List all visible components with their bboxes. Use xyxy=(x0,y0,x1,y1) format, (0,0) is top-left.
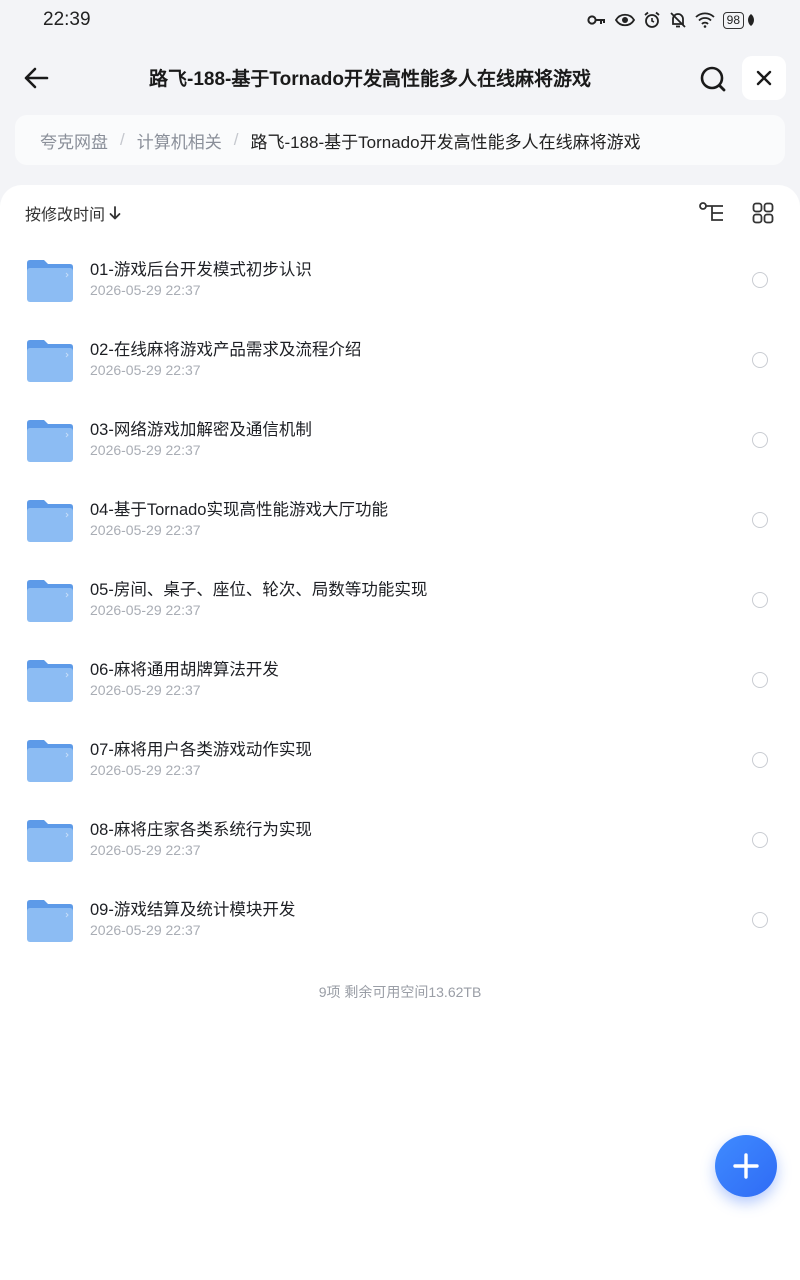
file-date: 2026-05-29 22:37 xyxy=(90,522,201,538)
folder-icon xyxy=(27,580,73,622)
list-item[interactable]: 06-麻将通用胡牌算法开发 2026-05-29 22:37 xyxy=(0,640,800,720)
file-date: 2026-05-29 22:37 xyxy=(90,842,201,858)
search-button[interactable] xyxy=(694,60,732,98)
file-name: 08-麻将庄家各类系统行为实现 xyxy=(90,821,312,839)
leaf-icon xyxy=(748,14,754,26)
folder-icon xyxy=(27,820,73,862)
file-date: 2026-05-29 22:37 xyxy=(90,762,201,778)
status-time: 22:39 xyxy=(43,9,91,30)
file-name: 03-网络游戏加解密及通信机制 xyxy=(90,421,312,439)
wifi-icon xyxy=(695,12,715,28)
select-checkbox[interactable] xyxy=(752,672,768,688)
file-name: 04-基于Tornado实现高性能游戏大厅功能 xyxy=(90,501,388,519)
folder-icon xyxy=(27,340,73,382)
tree-view-button[interactable] xyxy=(697,199,727,227)
select-checkbox[interactable] xyxy=(752,912,768,928)
select-checkbox[interactable] xyxy=(752,272,768,288)
battery-level: 98 xyxy=(722,11,744,29)
folder-icon xyxy=(27,500,73,542)
grid-view-button[interactable] xyxy=(748,199,778,227)
file-date: 2026-05-29 22:37 xyxy=(90,362,201,378)
folder-icon xyxy=(27,740,73,782)
alarm-icon xyxy=(644,11,660,28)
list-item[interactable]: 04-基于Tornado实现高性能游戏大厅功能 2026-05-29 22:37 xyxy=(0,480,800,560)
tree-view-icon xyxy=(699,202,723,221)
file-list: 01-游戏后台开发模式初步认识 2026-05-29 22:37 02-在线麻将… xyxy=(0,240,800,960)
breadcrumb: 夸克网盘 / 计算机相关 / 路飞-188-基于Tornado开发高性能多人在线… xyxy=(15,115,785,165)
close-icon xyxy=(756,70,772,86)
battery-icon: 98 xyxy=(722,11,756,29)
file-name: 01-游戏后台开发模式初步认识 xyxy=(90,261,312,279)
file-panel: 按修改时间 01-游戏后台开发模式初步认识 2026-05-29 22:37 0… xyxy=(0,185,800,1280)
file-date: 2026-05-29 22:37 xyxy=(90,922,201,938)
breadcrumb-item-category[interactable]: 计算机相关 xyxy=(137,128,222,153)
key-icon xyxy=(587,15,605,25)
mute-bell-icon xyxy=(670,12,686,28)
file-name: 06-麻将通用胡牌算法开发 xyxy=(90,661,279,679)
folder-icon xyxy=(27,900,73,942)
page-title: 路飞-188-基于Tornado开发高性能多人在线麻将游戏 xyxy=(149,69,591,90)
status-icons: 98 xyxy=(587,11,756,29)
select-checkbox[interactable] xyxy=(752,752,768,768)
eye-icon xyxy=(614,13,635,27)
list-item[interactable]: 05-房间、桌子、座位、轮次、局数等功能实现 2026-05-29 22:37 xyxy=(0,560,800,640)
select-checkbox[interactable] xyxy=(752,352,768,368)
plus-icon xyxy=(733,1153,759,1179)
file-date: 2026-05-29 22:37 xyxy=(90,282,201,298)
select-checkbox[interactable] xyxy=(752,592,768,608)
add-button[interactable] xyxy=(715,1135,777,1197)
arrow-down-icon xyxy=(109,206,121,220)
select-checkbox[interactable] xyxy=(752,512,768,528)
file-date: 2026-05-29 22:37 xyxy=(90,682,201,698)
breadcrumb-item-root[interactable]: 夸克网盘 xyxy=(40,128,108,153)
file-date: 2026-05-29 22:37 xyxy=(90,602,201,618)
top-bar: 路飞-188-基于Tornado开发高性能多人在线麻将游戏 xyxy=(0,52,800,104)
folder-icon xyxy=(27,660,73,702)
file-date: 2026-05-29 22:37 xyxy=(90,442,201,458)
grid-view-icon xyxy=(752,202,774,224)
select-checkbox[interactable] xyxy=(752,432,768,448)
file-name: 05-房间、桌子、座位、轮次、局数等功能实现 xyxy=(90,581,428,599)
search-icon xyxy=(700,66,726,92)
close-button[interactable] xyxy=(742,56,786,100)
folder-icon xyxy=(27,420,73,462)
status-bar: 22:39 98 xyxy=(0,0,800,40)
select-checkbox[interactable] xyxy=(752,832,768,848)
list-item[interactable]: 09-游戏结算及统计模块开发 2026-05-29 22:37 xyxy=(0,880,800,960)
list-item[interactable]: 01-游戏后台开发模式初步认识 2026-05-29 22:37 xyxy=(0,240,800,320)
list-item[interactable]: 03-网络游戏加解密及通信机制 2026-05-29 22:37 xyxy=(0,400,800,480)
back-button[interactable] xyxy=(18,60,54,96)
breadcrumb-item-current: 路飞-188-基于Tornado开发高性能多人在线麻将游戏 xyxy=(250,132,641,152)
file-name: 09-游戏结算及统计模块开发 xyxy=(90,901,296,919)
file-name: 07-麻将用户各类游戏动作实现 xyxy=(90,741,312,759)
list-item[interactable]: 02-在线麻将游戏产品需求及流程介绍 2026-05-29 22:37 xyxy=(0,320,800,400)
sort-selector[interactable]: 按修改时间 xyxy=(25,201,121,225)
breadcrumb-separator: / xyxy=(233,130,239,149)
folder-icon xyxy=(27,260,73,302)
storage-summary: 9项 剩余可用空间13.62TB xyxy=(318,984,482,1000)
breadcrumb-separator: / xyxy=(120,130,125,149)
arrow-left-icon xyxy=(24,67,49,89)
list-item[interactable]: 08-麻将庄家各类系统行为实现 2026-05-29 22:37 xyxy=(0,800,800,880)
list-item[interactable]: 07-麻将用户各类游戏动作实现 2026-05-29 22:37 xyxy=(0,720,800,800)
sort-label: 按修改时间 xyxy=(25,207,106,224)
file-name: 02-在线麻将游戏产品需求及流程介绍 xyxy=(90,341,362,359)
